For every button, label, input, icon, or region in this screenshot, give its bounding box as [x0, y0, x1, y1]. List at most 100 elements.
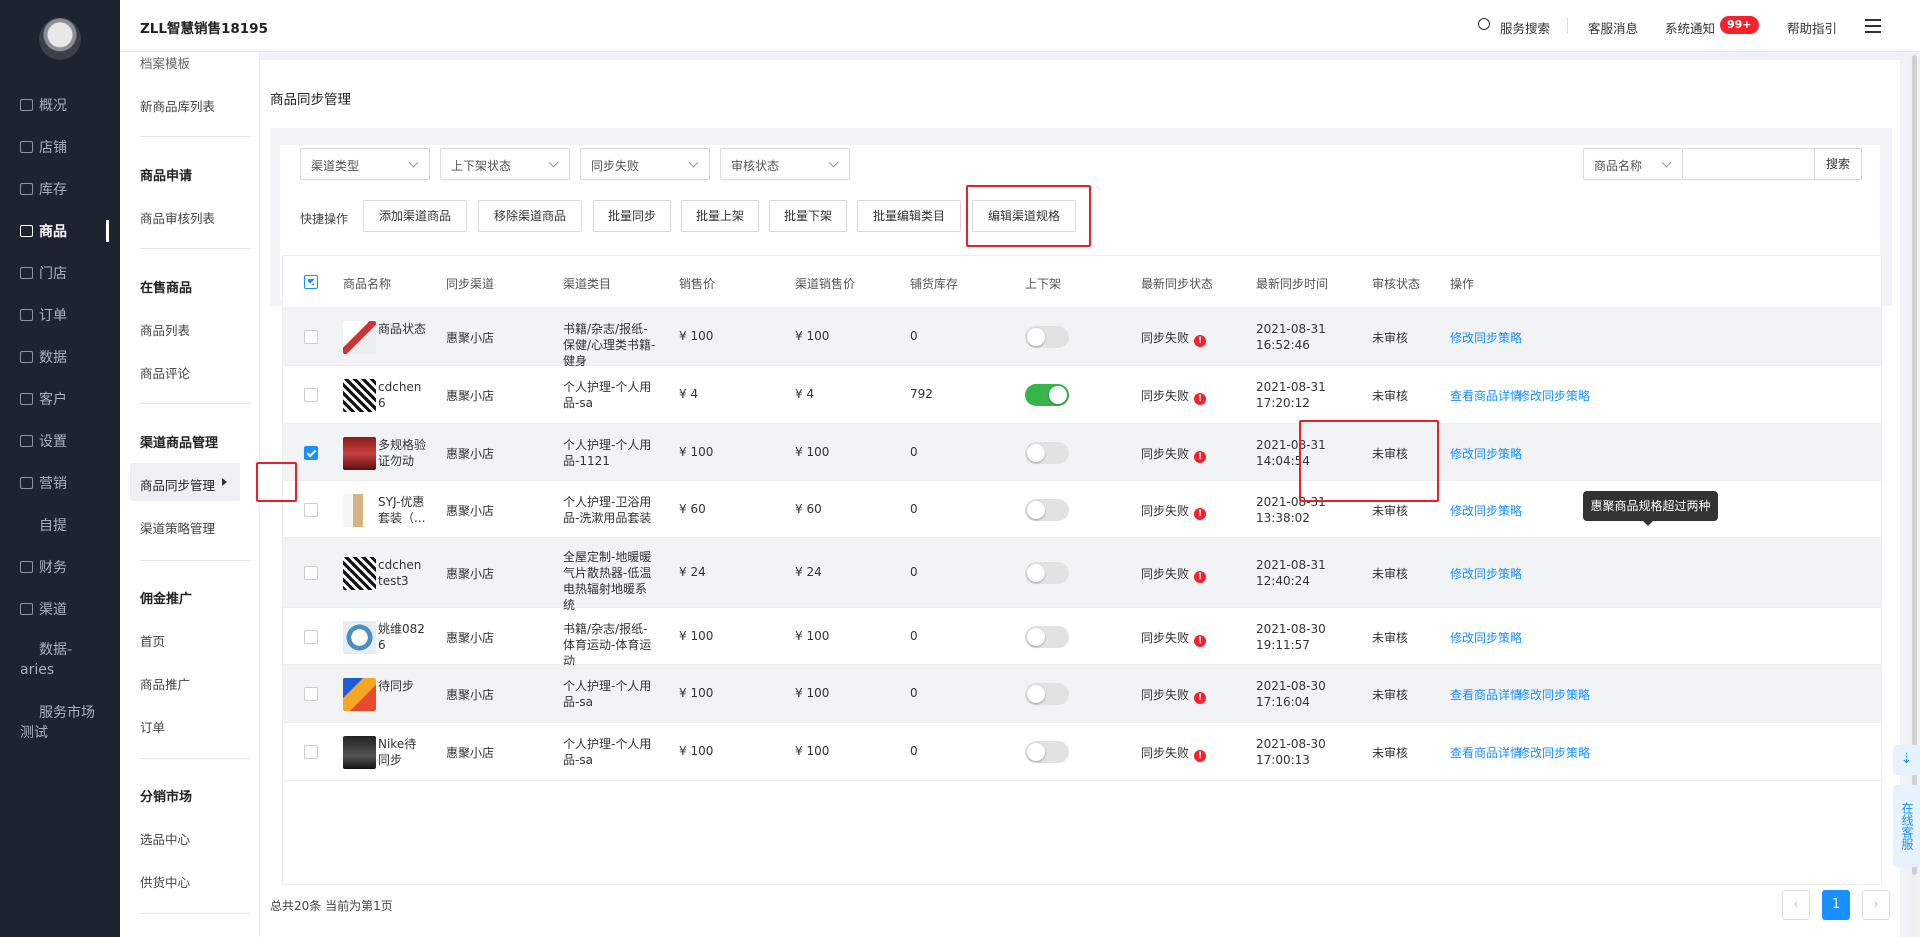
- row-checkbox[interactable]: [304, 330, 318, 344]
- edit-strategy-link[interactable]: 修改同步策略: [1518, 387, 1590, 404]
- submenu-item-home[interactable]: 首页: [140, 631, 165, 650]
- submenu-item-new-lib[interactable]: 新商品库列表: [140, 96, 215, 115]
- edit-strategy-link[interactable]: 修改同步策略: [1450, 445, 1522, 462]
- shelf-toggle[interactable]: [1025, 498, 1069, 521]
- row-checkbox[interactable]: [304, 687, 318, 701]
- nav-item-goods[interactable]: 商品: [20, 219, 67, 243]
- edit-strategy-link[interactable]: 修改同步策略: [1518, 686, 1590, 703]
- nav-item-data[interactable]: 数据: [20, 345, 67, 369]
- search-input[interactable]: [1683, 148, 1815, 180]
- submenu-item-list[interactable]: 商品列表: [140, 320, 190, 339]
- row-checkbox[interactable]: [304, 388, 318, 402]
- error-icon[interactable]: !: [1194, 335, 1207, 347]
- online-service-button[interactable]: 在线客服: [1893, 785, 1920, 867]
- select-all-checkbox[interactable]: [304, 275, 318, 289]
- error-icon[interactable]: !: [1194, 750, 1207, 762]
- avatar[interactable]: [39, 18, 81, 60]
- next-page-button[interactable]: ›: [1862, 890, 1890, 920]
- shelf-status-select[interactable]: 上下架状态: [440, 148, 570, 180]
- audit-status-select[interactable]: 审核状态: [720, 148, 850, 180]
- batch-down-button[interactable]: 批量下架: [769, 200, 847, 232]
- search-icon[interactable]: [1478, 18, 1490, 30]
- row-checkbox[interactable]: [304, 745, 318, 759]
- download-icon[interactable]: ⇣: [1893, 745, 1920, 775]
- error-icon[interactable]: !: [1194, 450, 1207, 463]
- remove-channel-goods-button[interactable]: 移除渠道商品: [478, 200, 582, 232]
- view-detail-link[interactable]: 查看商品详情: [1450, 686, 1522, 703]
- sale-price: ¥ 4: [679, 387, 699, 401]
- shelf-toggle[interactable]: [1025, 441, 1069, 464]
- submenu-item-template[interactable]: 档案模板: [140, 53, 190, 72]
- nav-item-finance[interactable]: 财务: [20, 555, 67, 579]
- submenu-item-supply[interactable]: 供货中心: [140, 872, 190, 891]
- submenu-item-promo[interactable]: 商品推广: [140, 674, 190, 693]
- nav-item-marketing[interactable]: 营销: [20, 471, 67, 495]
- shelf-toggle[interactable]: [1025, 562, 1069, 584]
- nav-item-pickup[interactable]: 自提: [39, 513, 67, 537]
- shelf-toggle[interactable]: [1025, 384, 1069, 406]
- shelf-toggle[interactable]: [1025, 683, 1069, 705]
- sale-price: ¥ 24: [679, 565, 706, 579]
- nav-item-shop[interactable]: 门店: [20, 261, 67, 285]
- product-thumbnail: [343, 620, 376, 654]
- menu-icon[interactable]: [1865, 19, 1881, 33]
- nav-item-settings[interactable]: 设置: [20, 429, 67, 453]
- nav-item-inventory[interactable]: 库存: [20, 177, 67, 201]
- sale-price: ¥ 100: [679, 744, 714, 758]
- view-detail-link[interactable]: 查看商品详情: [1450, 387, 1522, 404]
- error-icon[interactable]: !: [1194, 571, 1207, 583]
- shelf-toggle[interactable]: [1025, 625, 1069, 648]
- search-field-select[interactable]: 商品名称: [1583, 148, 1683, 180]
- row-checkbox[interactable]: [304, 445, 318, 460]
- sync-status: 同步失败!: [1141, 329, 1207, 347]
- edit-strategy-link[interactable]: 修改同步策略: [1450, 629, 1522, 646]
- submenu-item-sync[interactable]: 商品同步管理: [140, 475, 215, 494]
- shelf-toggle[interactable]: [1025, 741, 1069, 763]
- channel-type-select[interactable]: 渠道类型: [300, 148, 430, 180]
- batch-up-button[interactable]: 批量上架: [681, 200, 759, 232]
- edit-strategy-link[interactable]: 修改同步策略: [1450, 329, 1522, 346]
- sync-status-text: 同步失败: [1141, 446, 1190, 461]
- error-icon[interactable]: !: [1194, 692, 1207, 704]
- row-checkbox[interactable]: [304, 502, 318, 517]
- edit-strategy-link[interactable]: 修改同步策略: [1450, 565, 1522, 582]
- edit-strategy-link[interactable]: 修改同步策略: [1518, 744, 1590, 761]
- submenu-item-order[interactable]: 订单: [140, 717, 165, 736]
- stock: 0: [910, 329, 918, 343]
- row-checkbox[interactable]: [304, 566, 318, 580]
- help-link[interactable]: 帮助指引: [1787, 18, 1837, 37]
- sync-status: 同步失败!: [1141, 502, 1207, 520]
- service-search-link[interactable]: 服务搜索: [1500, 18, 1550, 37]
- edit-channel-spec-button[interactable]: 编辑渠道规格: [972, 200, 1076, 232]
- system-notice-link[interactable]: 系统通知: [1665, 18, 1715, 37]
- page-1-button[interactable]: 1: [1822, 890, 1850, 920]
- submenu-item-audit[interactable]: 商品审核列表: [140, 208, 215, 227]
- nav-item-data-aries[interactable]: 数据-aries: [20, 640, 80, 680]
- service-message-link[interactable]: 客服消息: [1588, 18, 1638, 37]
- shelf-toggle[interactable]: [1025, 326, 1069, 348]
- nav-item-channel[interactable]: 渠道: [20, 597, 67, 621]
- nav-item-overview[interactable]: 概况: [20, 93, 67, 117]
- add-channel-goods-button[interactable]: 添加渠道商品: [363, 200, 467, 232]
- row-checkbox[interactable]: [304, 629, 318, 644]
- submenu-item-review[interactable]: 商品评论: [140, 363, 190, 382]
- batch-edit-category-button[interactable]: 批量编辑类目: [857, 200, 961, 232]
- nav-item-service-market[interactable]: 服务市场测试: [20, 703, 100, 743]
- nav-item-order[interactable]: 订单: [20, 303, 67, 327]
- search-button[interactable]: 搜索: [1814, 148, 1862, 180]
- view-detail-link[interactable]: 查看商品详情: [1450, 744, 1522, 761]
- nav-item-store[interactable]: 店铺: [20, 135, 67, 159]
- error-icon[interactable]: !: [1194, 393, 1207, 405]
- error-icon[interactable]: !: [1194, 507, 1207, 520]
- sync-status-select[interactable]: 同步失败: [580, 148, 710, 180]
- submenu-item-strategy[interactable]: 渠道策略管理: [140, 518, 215, 537]
- nav-item-customer[interactable]: 客户: [20, 387, 67, 411]
- edit-strategy-link[interactable]: 修改同步策略: [1450, 502, 1522, 519]
- error-icon[interactable]: !: [1194, 634, 1207, 647]
- sync-status: 同步失败!: [1141, 744, 1207, 762]
- sale-price: ¥ 100: [679, 444, 714, 459]
- batch-sync-button[interactable]: 批量同步: [593, 200, 671, 232]
- submenu-item-select[interactable]: 选品中心: [140, 829, 190, 848]
- sync-status: 同步失败!: [1141, 445, 1207, 463]
- prev-page-button[interactable]: ‹: [1782, 890, 1810, 920]
